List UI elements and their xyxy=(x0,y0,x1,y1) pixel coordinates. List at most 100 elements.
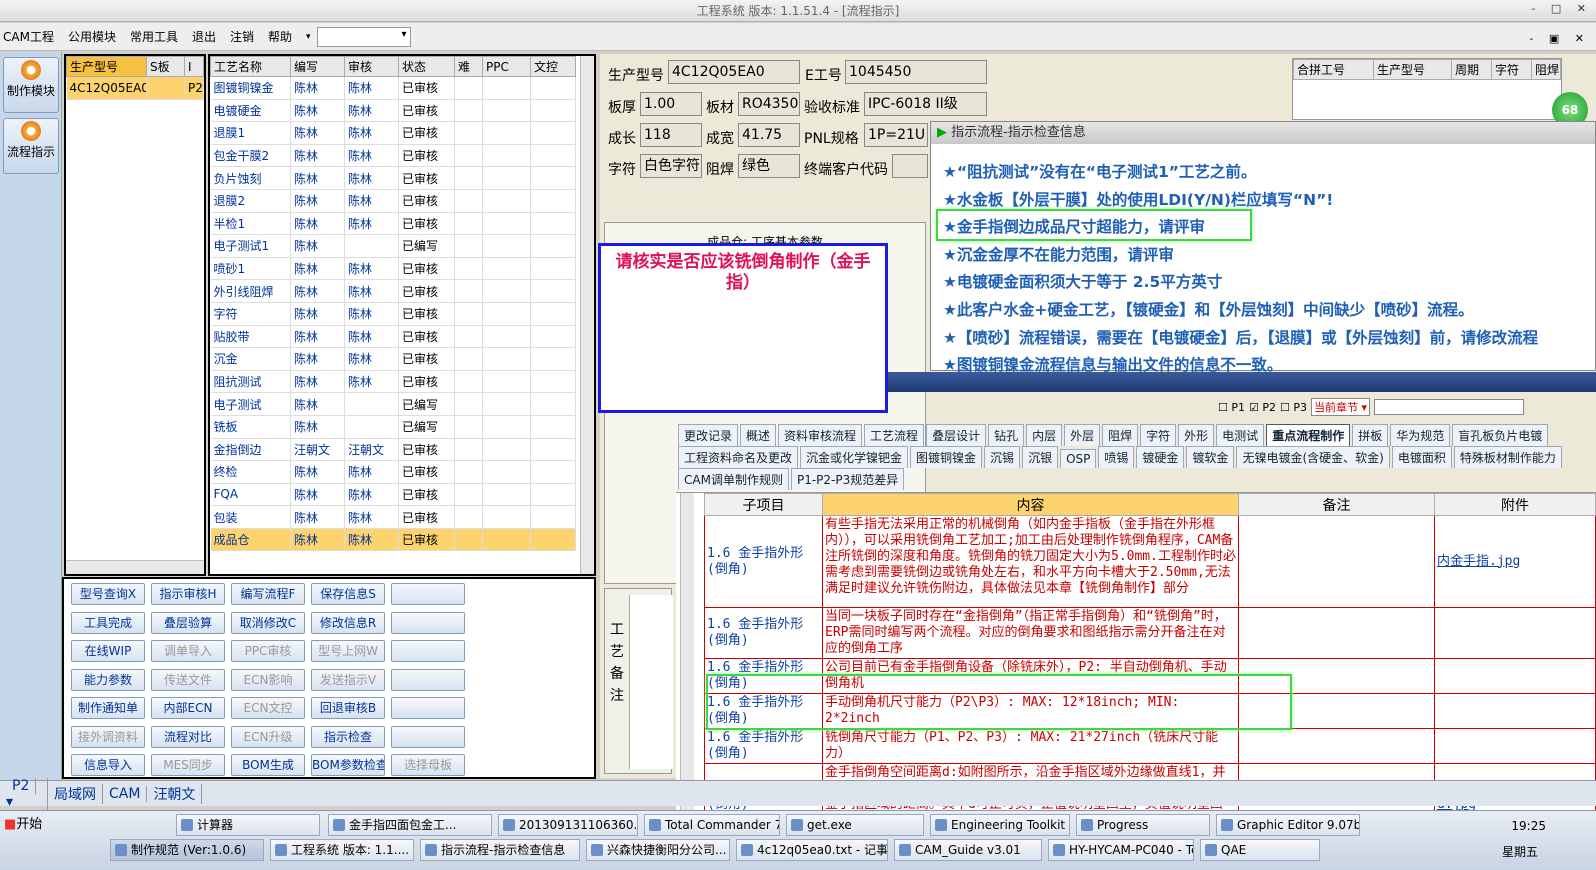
check-message[interactable]: ★水金板【外层干膜】处的使用LDI(Y/N)栏应填写“N”! xyxy=(943,188,1333,210)
col-header[interactable]: 编写 xyxy=(290,56,345,77)
table-row[interactable]: 负片蚀刻 陈林 陈林 已审核 xyxy=(210,166,576,190)
menu-tools[interactable]: 常用工具 xyxy=(130,28,178,45)
clock[interactable]: 19:25 xyxy=(1511,819,1546,833)
action-button[interactable] xyxy=(391,697,465,719)
tab[interactable]: 钻孔 xyxy=(988,424,1025,446)
tab[interactable]: 工程资料命名及更改 xyxy=(678,446,799,468)
table-row[interactable]: 成品仓 陈林 陈林 已审核 xyxy=(210,528,576,552)
pnl-field[interactable]: 1P=21U xyxy=(864,123,928,147)
tab[interactable]: 华为规范 xyxy=(1390,424,1451,446)
taskbar-item[interactable]: HY-HYCAM-PC040 - Tea... xyxy=(1048,839,1194,861)
action-button[interactable]: 回退审核B xyxy=(311,697,385,719)
table-row[interactable]: 电子测试1 陈林 已编写 xyxy=(210,234,576,258)
col-header[interactable]: PPC xyxy=(482,56,531,77)
menu-exit[interactable]: 退出 xyxy=(192,28,216,45)
action-button[interactable]: 信息导入 xyxy=(71,754,145,776)
table-row[interactable]: 贴胶带 陈林 陈林 已审核 xyxy=(210,325,576,349)
action-button[interactable]: 接外调资料 xyxy=(71,725,145,748)
action-button[interactable] xyxy=(391,583,465,605)
mdi-controls[interactable]: - ▣ ✕ xyxy=(1529,32,1590,45)
action-button[interactable]: 传送文件 xyxy=(151,668,225,691)
action-button[interactable]: 制作通知单 xyxy=(71,697,145,719)
col-header[interactable]: 状态 xyxy=(398,56,455,77)
action-button[interactable]: ECN升级 xyxy=(231,725,305,748)
tab[interactable]: 外层 xyxy=(1064,424,1101,446)
tab[interactable]: 叠层设计 xyxy=(926,424,987,446)
action-button[interactable]: BOM生成 xyxy=(231,754,305,776)
table-row[interactable]: 1.6 金手指外形(倒角) 有些手指无法采用正常的机械倒角（如内金手指板（金手指在… xyxy=(704,515,1596,608)
action-button[interactable]: PPC审核 xyxy=(231,640,305,662)
col-header[interactable]: 合拼工号 xyxy=(1293,59,1374,80)
menu-logout[interactable]: 注销 xyxy=(230,28,254,45)
chapter-select[interactable]: 当前章节 ▾ xyxy=(1311,398,1371,416)
action-button[interactable]: 调单导入 xyxy=(151,640,225,662)
v-scrollbar[interactable] xyxy=(580,56,594,574)
action-button[interactable]: 在线WIP xyxy=(71,640,145,662)
p1-checkbox[interactable]: ☐ P1 xyxy=(1218,401,1245,414)
table-row[interactable]: 外引线阻焊 陈林 陈林 已审核 xyxy=(210,279,576,303)
attachment-link[interactable] xyxy=(1434,728,1596,764)
action-button[interactable]: 型号查询X xyxy=(71,583,145,605)
col-header[interactable]: 审核 xyxy=(344,56,399,77)
tab[interactable]: 沉银 xyxy=(1022,446,1059,468)
attachment-link[interactable] xyxy=(1434,607,1596,659)
action-button[interactable]: 取消修改C xyxy=(231,611,305,634)
tab[interactable]: 更改记录 xyxy=(678,424,739,446)
action-button[interactable]: 叠层验算 xyxy=(151,611,225,634)
check-message[interactable]: ★此客户水金+硬金工艺，【镀硬金】和【外层蚀刻】中间缺少【喷砂】流程。 xyxy=(943,298,1474,320)
action-button[interactable] xyxy=(391,668,465,691)
col-header[interactable]: 内容 xyxy=(822,493,1239,516)
col-header[interactable]: 字符 xyxy=(1491,59,1532,80)
attachment-link[interactable]: 内金手指.jpg xyxy=(1434,515,1596,608)
action-button[interactable]: 工具完成 xyxy=(71,611,145,634)
tab[interactable]: 沉金或化学镍钯金 xyxy=(800,446,909,468)
action-button[interactable] xyxy=(391,611,465,634)
tab[interactable]: 特殊板材制作能力 xyxy=(1453,446,1562,468)
taskbar-item[interactable]: Graphic Editor 9.07b2... xyxy=(1216,814,1360,836)
length-field[interactable]: 118 xyxy=(640,123,702,147)
menu-cam[interactable]: CAM工程 xyxy=(3,28,54,45)
p2-checkbox[interactable]: ☑ P2 xyxy=(1249,401,1276,414)
action-button[interactable] xyxy=(391,640,465,662)
tab[interactable]: 无镍电镀金(含硬金、软金) xyxy=(1236,446,1390,468)
customer-code-field[interactable] xyxy=(892,154,928,178)
col-header[interactable]: 子项目 xyxy=(704,493,823,516)
tab[interactable]: 外形 xyxy=(1178,424,1215,446)
col-header[interactable]: 阻焊 xyxy=(1531,59,1561,80)
plant-select[interactable]: P2 ▾ xyxy=(0,777,48,810)
col-header[interactable]: 备注 xyxy=(1238,493,1435,516)
width-field[interactable]: 41.75 xyxy=(738,123,800,147)
col-header[interactable]: 文控 xyxy=(530,56,576,77)
table-row[interactable]: 电镀硬金 陈林 陈林 已审核 xyxy=(210,99,576,123)
taskbar-item[interactable]: get.exe xyxy=(786,814,924,836)
action-button[interactable]: 内部ECN xyxy=(151,697,225,719)
taskbar-item[interactable]: 计算器 xyxy=(176,814,320,836)
taskbar-item[interactable]: 制作规范 (Ver:1.0.6) xyxy=(110,839,264,861)
taskbar-item[interactable]: 兴森快捷衡阳分公司... xyxy=(586,839,730,861)
action-button[interactable]: 保存信息S xyxy=(311,583,385,605)
prod-model-field[interactable]: 4C12Q05EA0 xyxy=(668,60,800,84)
tab[interactable]: 电测试 xyxy=(1216,424,1265,446)
action-button[interactable]: MES同步 xyxy=(151,754,225,776)
window-controls[interactable]: - □ ✕ xyxy=(1531,2,1592,15)
module-combo[interactable] xyxy=(316,26,411,47)
action-button[interactable]: BOM参数检查 xyxy=(311,754,385,776)
nav-flow-instruction[interactable]: ● 流程指示 xyxy=(3,118,59,174)
action-button[interactable]: 型号上网W xyxy=(311,640,385,662)
menu-public[interactable]: 公用模块 xyxy=(68,28,116,45)
table-row[interactable]: FQA 陈林 陈林 已审核 xyxy=(210,483,576,507)
taskbar-item[interactable]: Engineering Toolkit 9.... xyxy=(930,814,1070,836)
table-row[interactable]: 1.6 金手指外形(倒角) 铣倒角尺寸能力（P1、P2、P3）: MAX: 21*… xyxy=(704,728,1596,764)
action-button[interactable]: 流程对比 xyxy=(151,725,225,748)
table-row[interactable]: 退膜1 陈林 陈林 已审核 xyxy=(210,121,576,145)
col-header[interactable]: 周期 xyxy=(1451,59,1492,80)
start-button[interactable]: ■开始 xyxy=(0,814,52,836)
tab[interactable]: 喷锡 xyxy=(1098,446,1135,468)
action-button[interactable]: ECN影响 xyxy=(231,668,305,691)
col-header[interactable]: I xyxy=(184,56,204,77)
tab[interactable]: 资料审核流程 xyxy=(778,424,863,446)
check-message[interactable]: ★【喷砂】流程错误，需要在【电镀硬金】后，【退膜】或【外层蚀刻】前，请修改流程 xyxy=(943,326,1538,348)
tab[interactable]: 镀软金 xyxy=(1186,446,1235,468)
table-row[interactable]: 喷砂1 陈林 陈林 已审核 xyxy=(210,257,576,281)
taskbar-item[interactable]: 4c12q05ea0.txt - 记事本 xyxy=(736,839,888,861)
